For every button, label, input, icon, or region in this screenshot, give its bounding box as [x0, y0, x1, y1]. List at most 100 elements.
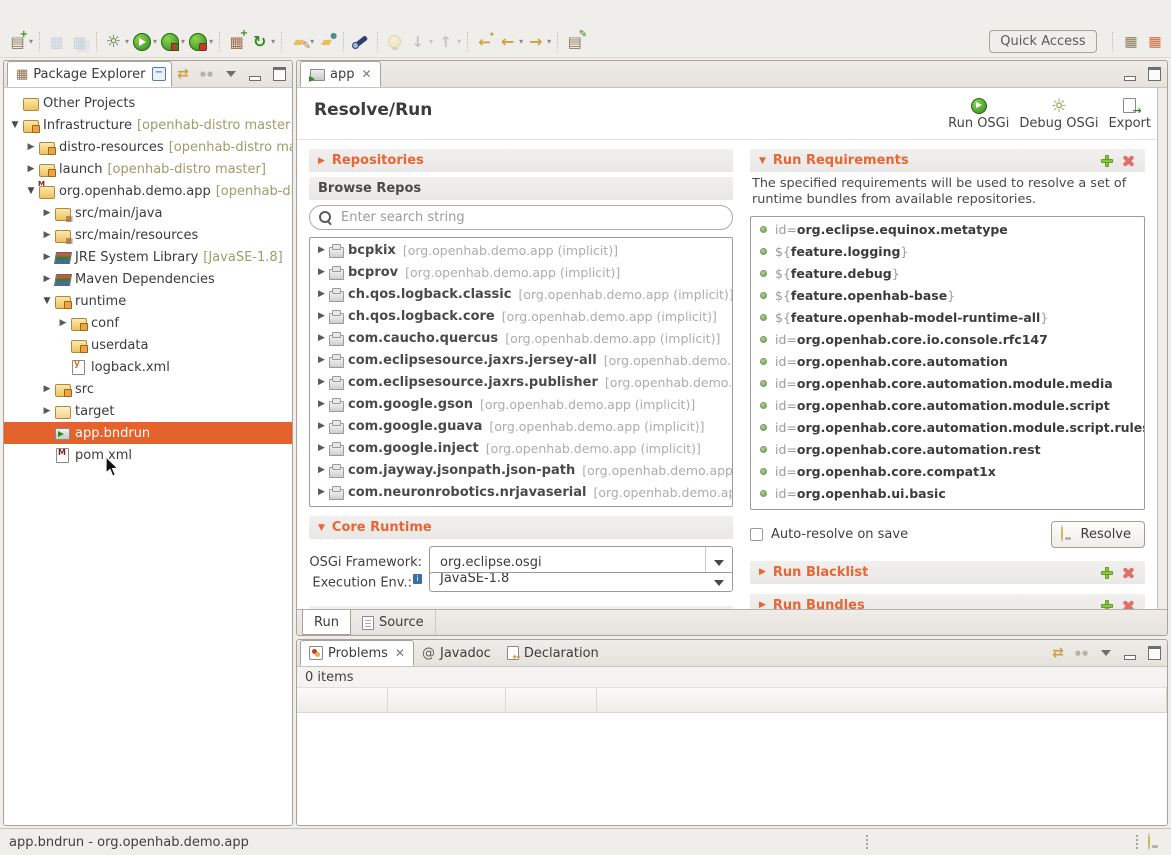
repo-list-item[interactable]: ▶ bcpkix [org.openhab.demo.app (implicit… — [310, 239, 732, 261]
minimize-icon[interactable] — [1121, 645, 1139, 661]
add-blacklist-icon[interactable] — [1099, 565, 1114, 580]
requirement-item[interactable]: ${feature.debug} — [751, 263, 1144, 285]
requirement-item[interactable]: id=org.openhab.core.io.console.rfc147 — [751, 329, 1144, 351]
back-button[interactable]: ▾ — [496, 29, 524, 55]
quick-access-button[interactable]: Quick Access — [989, 30, 1097, 53]
tree-item[interactable]: userdata — [4, 334, 292, 356]
focus-icon[interactable] — [198, 66, 216, 82]
requirement-item[interactable]: ${feature.openhab-base} — [751, 285, 1144, 307]
tab-declaration[interactable]: Declaration — [499, 640, 607, 666]
menu-item[interactable] — [58, 10, 80, 16]
section-repositories[interactable]: ▶ Repositories — [309, 149, 733, 172]
tree-twisty-icon[interactable]: ▶ — [40, 252, 54, 262]
editor-scrollbar[interactable] — [1157, 88, 1167, 609]
tree-item[interactable]: ▶ target — [4, 400, 292, 422]
repo-list-item[interactable]: ▶ com.neuronrobotics.nrjavaserial [org.o… — [310, 481, 732, 503]
requirement-item[interactable]: id=org.openhab.core.automation.module.sc… — [751, 417, 1144, 439]
run-osgi-button[interactable]: Run OSGi — [946, 97, 1011, 131]
column-header[interactable] — [388, 688, 506, 712]
dropdown-arrow-icon[interactable]: ▾ — [547, 37, 551, 46]
previous-annotation-button[interactable]: ▾ — [434, 29, 462, 55]
repo-list-item[interactable]: ▶ com.google.inject [org.openhab.demo.ap… — [310, 437, 732, 459]
maximize-icon[interactable] — [1145, 66, 1163, 82]
tree-twisty-icon[interactable]: ▶ — [40, 384, 54, 394]
dropdown-arrow-icon[interactable]: ▾ — [181, 37, 185, 46]
tree-twisty-icon[interactable]: ▶ — [315, 311, 328, 321]
execution-env-combo[interactable]: JavaSE-1.8 — [429, 572, 733, 592]
maximize-icon[interactable] — [1145, 645, 1163, 661]
debug-button[interactable]: ▾ — [102, 29, 130, 55]
tree-twisty-icon[interactable]: ▶ — [56, 318, 70, 328]
forward-button[interactable]: ▾ — [524, 29, 552, 55]
tab-problems[interactable]: Problems ✕ — [300, 640, 414, 666]
menu-item[interactable] — [168, 10, 190, 16]
requirement-item[interactable]: id=org.openhab.core.automation — [751, 351, 1144, 373]
section-core-runtime[interactable]: ▼ Core Runtime — [309, 516, 733, 539]
tree-twisty-icon[interactable]: ▶ — [315, 245, 328, 255]
tab-package-explorer[interactable]: Package Explorer ✕ — [7, 61, 172, 87]
run-button[interactable]: ▾ — [130, 29, 158, 55]
repo-list-item[interactable]: ▶ com.caucho.quercus [org.openhab.demo.a… — [310, 327, 732, 349]
resolve-button[interactable]: Resolve — [1051, 521, 1145, 548]
tree-item[interactable]: ▶ src — [4, 378, 292, 400]
dropdown-arrow-icon[interactable]: ▾ — [209, 37, 213, 46]
tree-twisty-icon[interactable]: ▶ — [315, 355, 328, 365]
menu-item[interactable] — [146, 10, 168, 16]
tree-twisty-icon[interactable]: ▶ — [40, 406, 54, 416]
quick-fix-button[interactable] — [383, 29, 406, 55]
menu-item[interactable] — [102, 10, 124, 16]
repo-list-item[interactable]: ▶ com.google.guava [org.openhab.demo.app… — [310, 415, 732, 437]
remove-blacklist-icon[interactable] — [1121, 565, 1136, 580]
requirement-item[interactable]: id=org.openhab.core.automation.module.me… — [751, 373, 1144, 395]
tree-twisty-icon[interactable]: ▼ — [24, 186, 38, 196]
repo-list-item[interactable]: ▶ bcprov [org.openhab.demo.app (implicit… — [310, 261, 732, 283]
view-menu-icon[interactable] — [1097, 645, 1115, 661]
tree-twisty-icon[interactable]: ▶ — [24, 164, 38, 174]
remove-requirement-icon[interactable] — [1121, 153, 1136, 168]
close-icon[interactable]: ✕ — [395, 646, 405, 660]
section-run-bundles[interactable]: ▶ Run Bundles — [750, 594, 1145, 609]
menu-item[interactable] — [190, 10, 212, 16]
tree-twisty-icon[interactable]: ▶ — [40, 208, 54, 218]
repo-list-item[interactable]: ▶ com.eclipsesource.jaxrs.jersey-all [or… — [310, 349, 732, 371]
tree-item[interactable]: ▶ src/main/java — [4, 202, 292, 224]
open-perspective-icon[interactable] — [1121, 32, 1141, 52]
remove-bundle-icon[interactable] — [1121, 598, 1136, 609]
add-requirement-icon[interactable] — [1099, 153, 1114, 168]
save-all-button[interactable] — [68, 29, 91, 55]
dropdown-arrow-icon[interactable]: ▾ — [29, 37, 33, 46]
tree-twisty-icon[interactable]: ▶ — [315, 289, 328, 299]
focus-on-active-task-icon[interactable] — [1049, 645, 1067, 661]
auto-resolve-checkbox[interactable] — [750, 528, 763, 541]
tree-twisty-icon[interactable]: ▶ — [315, 443, 328, 453]
last-edit-location-button[interactable] — [473, 29, 496, 55]
menu-item[interactable] — [80, 10, 102, 16]
filters-icon[interactable] — [1073, 645, 1091, 661]
new-wizard-button[interactable]: ▾ — [6, 29, 34, 55]
tab-javadoc[interactable]: @ Javadoc — [414, 640, 499, 666]
tree-twisty-icon[interactable]: ▶ — [315, 267, 328, 277]
menu-item[interactable] — [212, 10, 234, 16]
tree-twisty-icon[interactable]: ▼ — [40, 296, 54, 306]
repo-list-item[interactable]: ▶ ch.qos.logback.classic [org.openhab.de… — [310, 283, 732, 305]
save-button[interactable] — [45, 29, 68, 55]
tree-item[interactable]: ▶ Maven Dependencies — [4, 268, 292, 290]
requirement-item[interactable]: id=org.openhab.core.compat1x — [751, 461, 1144, 483]
tree-item[interactable]: ▶ JRE System Library [JavaSE-1.8] — [4, 246, 292, 268]
next-annotation-button[interactable]: ▾ — [406, 29, 434, 55]
column-header[interactable] — [1157, 688, 1167, 712]
tree-item[interactable]: pom.xml — [4, 444, 292, 466]
repo-list-item[interactable]: ▶ com.jayway.jsonpath.json-path [org.ope… — [310, 459, 732, 481]
menu-item[interactable] — [124, 10, 146, 16]
maximize-icon[interactable] — [270, 66, 288, 82]
tree-twisty-icon[interactable]: ▶ — [315, 465, 328, 475]
tree-item[interactable]: ▶ launch [openhab-distro master] — [4, 158, 292, 180]
pin-editor-button[interactable] — [563, 29, 586, 55]
link-with-editor-icon[interactable] — [174, 66, 192, 82]
open-type-button[interactable] — [315, 29, 338, 55]
tree-item[interactable]: ▼ runtime — [4, 290, 292, 312]
dropdown-arrow-icon[interactable]: ▾ — [519, 37, 523, 46]
search-input[interactable] — [309, 205, 733, 230]
tree-item[interactable]: ▼ org.openhab.demo.app [openhab-distro m… — [4, 180, 292, 202]
tree-item[interactable]: ▶ distro-resources [openhab-distro maste… — [4, 136, 292, 158]
